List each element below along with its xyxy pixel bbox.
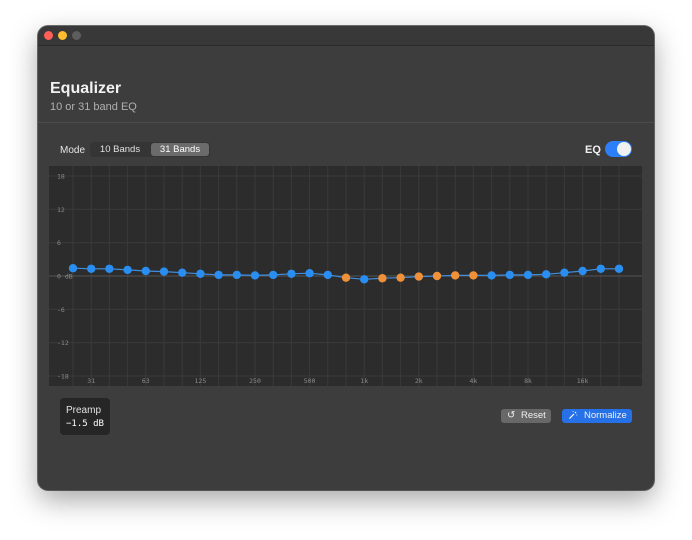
- eq-band-handle[interactable]: [287, 269, 296, 278]
- x-tick-label: 1k: [360, 377, 368, 385]
- zoom-window-button[interactable]: [72, 31, 81, 40]
- eq-band-handle[interactable]: [560, 268, 569, 277]
- x-tick-label: 4k: [469, 377, 477, 385]
- reset-arrow-icon: ↺: [507, 410, 516, 421]
- eq-band-handle[interactable]: [141, 266, 150, 276]
- x-tick-label: 16k: [577, 377, 589, 385]
- y-tick-label: 0 dB: [57, 273, 73, 281]
- eq-band-handle[interactable]: [232, 270, 241, 280]
- minimize-window-button[interactable]: [58, 31, 67, 40]
- reset-button-label: Reset: [521, 410, 546, 421]
- eq-band-handle[interactable]: [305, 269, 314, 278]
- x-tick-label: 250: [249, 377, 261, 385]
- eq-band-handle[interactable]: [323, 270, 332, 280]
- eq-band-handle[interactable]: [250, 271, 260, 280]
- eq-band-handle[interactable]: [214, 270, 223, 280]
- eq-band-handle[interactable]: [105, 264, 114, 273]
- title-bar: [38, 26, 654, 46]
- normalize-button-label: Normalize: [584, 410, 627, 421]
- x-tick-label: 2k: [415, 377, 423, 385]
- eq-band-handle[interactable]: [378, 274, 387, 283]
- x-tick-label: 31: [87, 377, 95, 385]
- eq-graph-canvas: 18 12 6 0 dB -6 -12 -18 31 63 125 250 500 1k 2k 4k 8k 16…: [49, 166, 642, 386]
- close-window-button[interactable]: [44, 31, 53, 40]
- eq-band-handle[interactable]: [87, 264, 96, 273]
- preamp-value: −1.5 dB: [66, 419, 104, 429]
- eq-band-handle[interactable]: [68, 264, 78, 273]
- eq-band-handle[interactable]: [432, 271, 442, 281]
- y-tick-label: -12: [57, 339, 69, 347]
- mode-option-31-bands[interactable]: 31 Bands: [151, 143, 209, 156]
- eq-band-handle[interactable]: [523, 270, 533, 280]
- eq-toggle[interactable]: [605, 141, 632, 157]
- eq-band-handle[interactable]: [269, 270, 278, 280]
- magic-wand-icon: [568, 409, 578, 424]
- mode-option-10-bands[interactable]: 10 Bands: [91, 143, 149, 156]
- y-tick-label: 12: [57, 206, 65, 214]
- y-tick-label: 18: [57, 173, 65, 181]
- y-tick-label: -18: [57, 373, 69, 381]
- header-divider: [38, 122, 654, 123]
- eq-toggle-label: EQ: [585, 144, 601, 156]
- y-tick-label: -6: [57, 306, 65, 314]
- preamp-label: Preamp: [66, 405, 102, 416]
- normalize-button[interactable]: Normalize: [562, 409, 632, 423]
- eq-band-handle[interactable]: [614, 264, 624, 273]
- preamp-display[interactable]: Preamp −1.5 dB: [60, 398, 110, 435]
- y-tick-label: 6: [57, 239, 61, 247]
- eq-graph: 18 12 6 0 dB -6 -12 -18 31 63 125 250 500 1k 2k 4k 8k 16…: [49, 166, 642, 386]
- mode-segmented-control: 10 Bands 31 Bands: [90, 142, 210, 157]
- mode-label: Mode: [60, 145, 86, 156]
- eq-band-handle[interactable]: [341, 273, 351, 282]
- eq-band-handle[interactable]: [196, 269, 205, 278]
- eq-band-handle[interactable]: [178, 268, 187, 277]
- reset-button[interactable]: ↺ Reset: [501, 409, 551, 423]
- eq-band-handle[interactable]: [469, 271, 478, 280]
- eq-band-handle[interactable]: [487, 271, 496, 280]
- x-tick-label: 63: [142, 377, 150, 385]
- eq-toggle-knob: [617, 142, 631, 156]
- eq-band-handle[interactable]: [451, 271, 460, 280]
- x-tick-label: 125: [195, 377, 207, 385]
- page-title: Equalizer: [50, 80, 122, 97]
- eq-band-handle[interactable]: [414, 272, 423, 281]
- equalizer-window: Equalizer 10 or 31 band EQ Mode 10 Bands…: [38, 26, 654, 490]
- eq-band-handle[interactable]: [505, 270, 514, 280]
- eq-band-handle[interactable]: [578, 266, 587, 276]
- eq-band-handle[interactable]: [596, 264, 605, 273]
- x-tick-label: 500: [304, 377, 316, 385]
- eq-band-handle[interactable]: [123, 265, 132, 275]
- eq-band-handle[interactable]: [159, 267, 169, 276]
- eq-band-handle[interactable]: [360, 275, 369, 284]
- eq-band-handle[interactable]: [396, 273, 405, 282]
- x-tick-label: 8k: [524, 377, 532, 385]
- page-subtitle: 10 or 31 band EQ: [50, 101, 137, 113]
- eq-band-handle[interactable]: [542, 270, 551, 279]
